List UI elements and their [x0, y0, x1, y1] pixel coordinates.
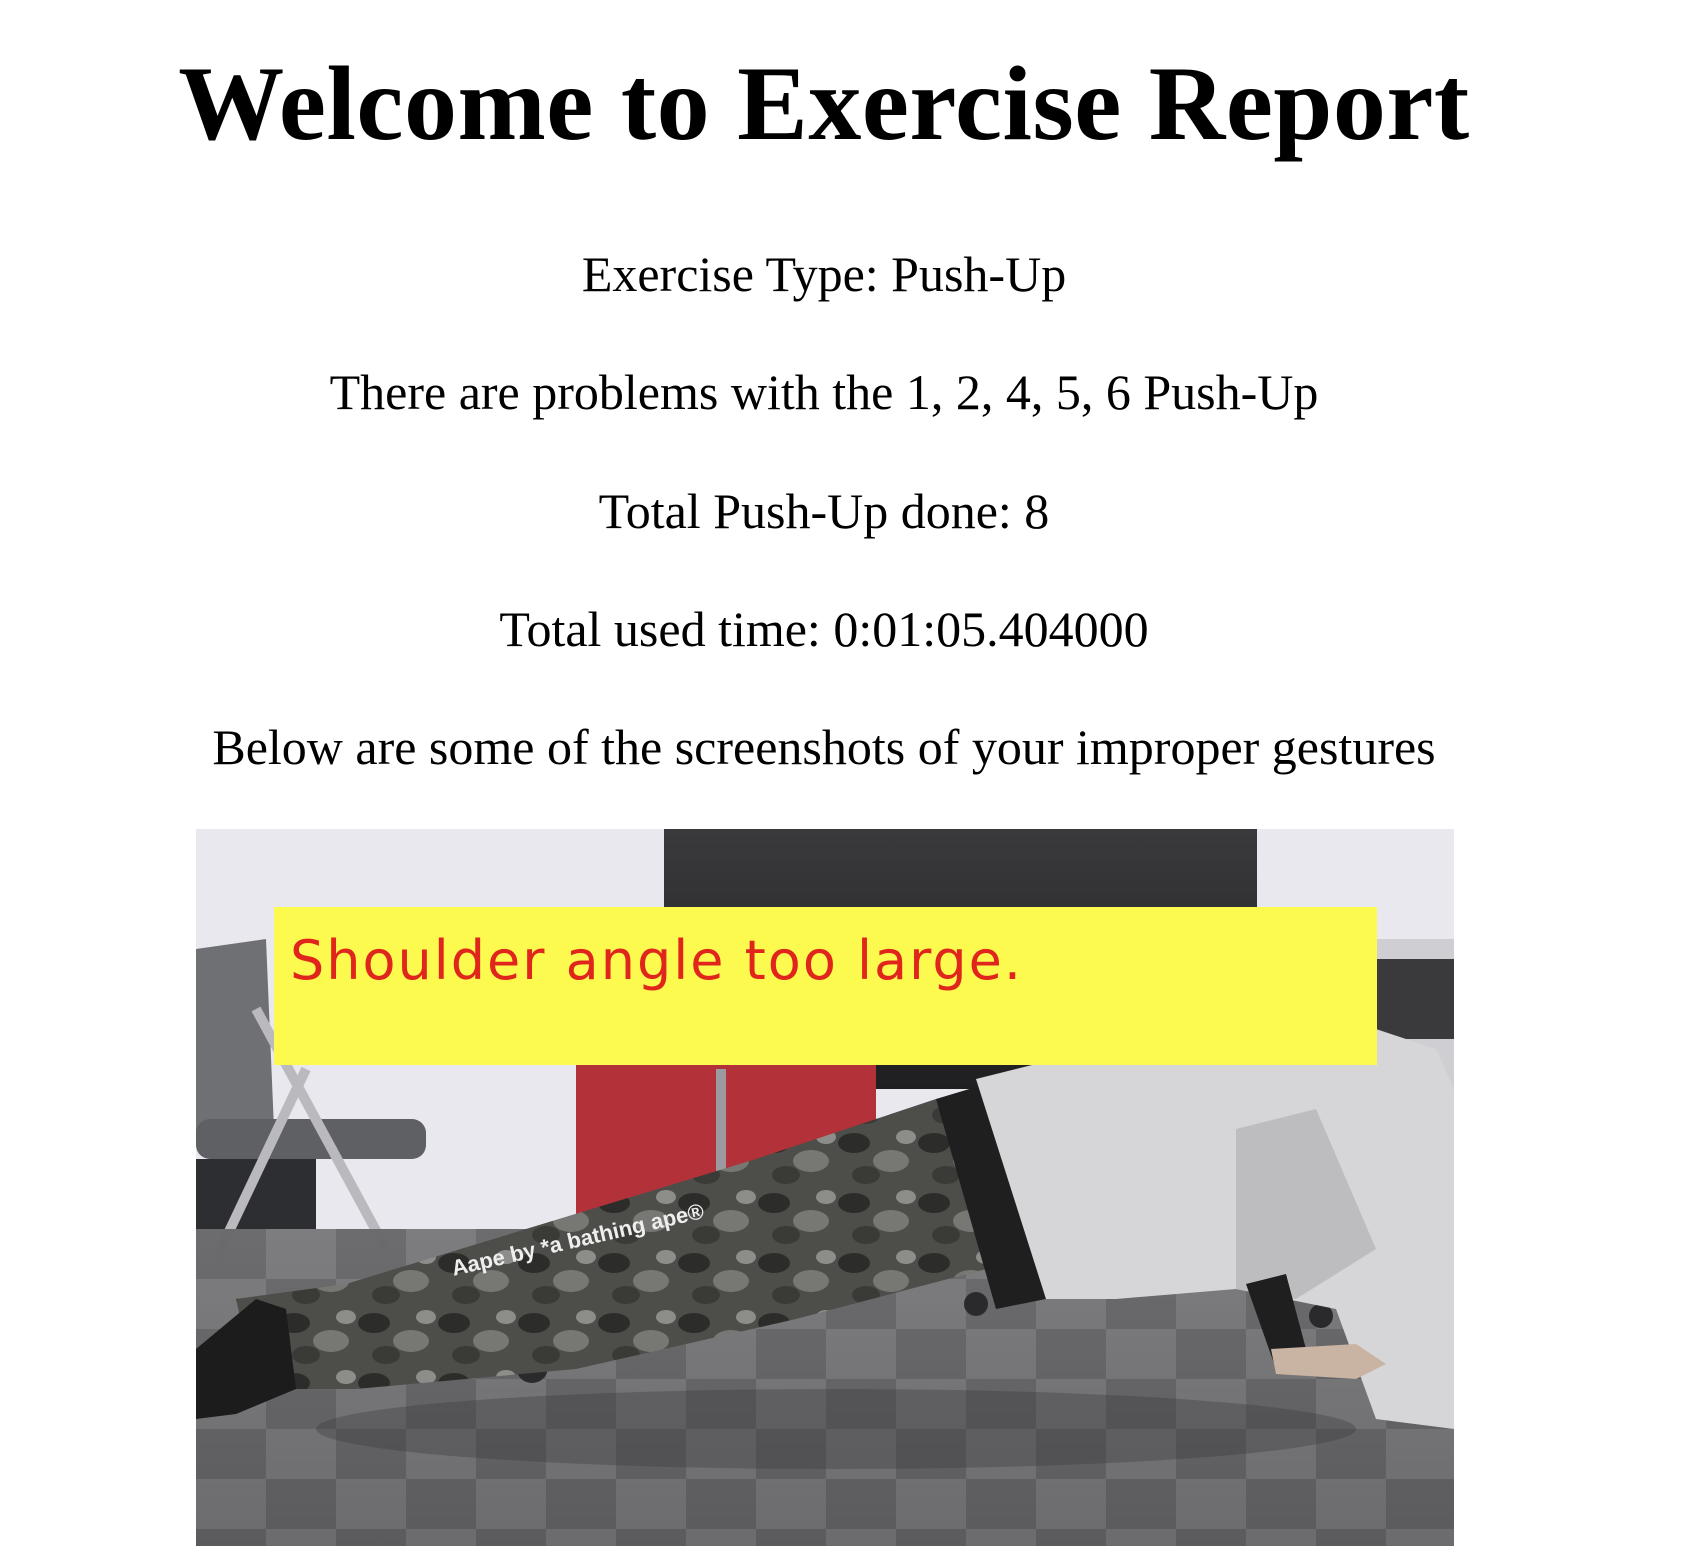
problems-text: There are problems with the 1, 2, 4, 5, …: [329, 364, 1319, 420]
total-time-text: Total used time: 0:01:05.404000: [499, 601, 1149, 657]
alert-banner: Shoulder angle too large.: [274, 907, 1377, 1065]
exercise-report: Welcome to Exercise Report Exercise Type…: [0, 0, 1694, 1546]
exercise-type-text: Exercise Type: Push-Up: [581, 246, 1067, 302]
alert-text: Shoulder angle too large.: [290, 929, 1024, 992]
screenshots-intro-text: Below are some of the screenshots of you…: [212, 719, 1436, 775]
page-title: Welcome to Exercise Report: [178, 45, 1470, 162]
total-done-text: Total Push-Up done: 8: [598, 483, 1050, 539]
improper-gesture-screenshot: Aape by *a bathing ape® Shoulder angle t…: [196, 829, 1454, 1546]
